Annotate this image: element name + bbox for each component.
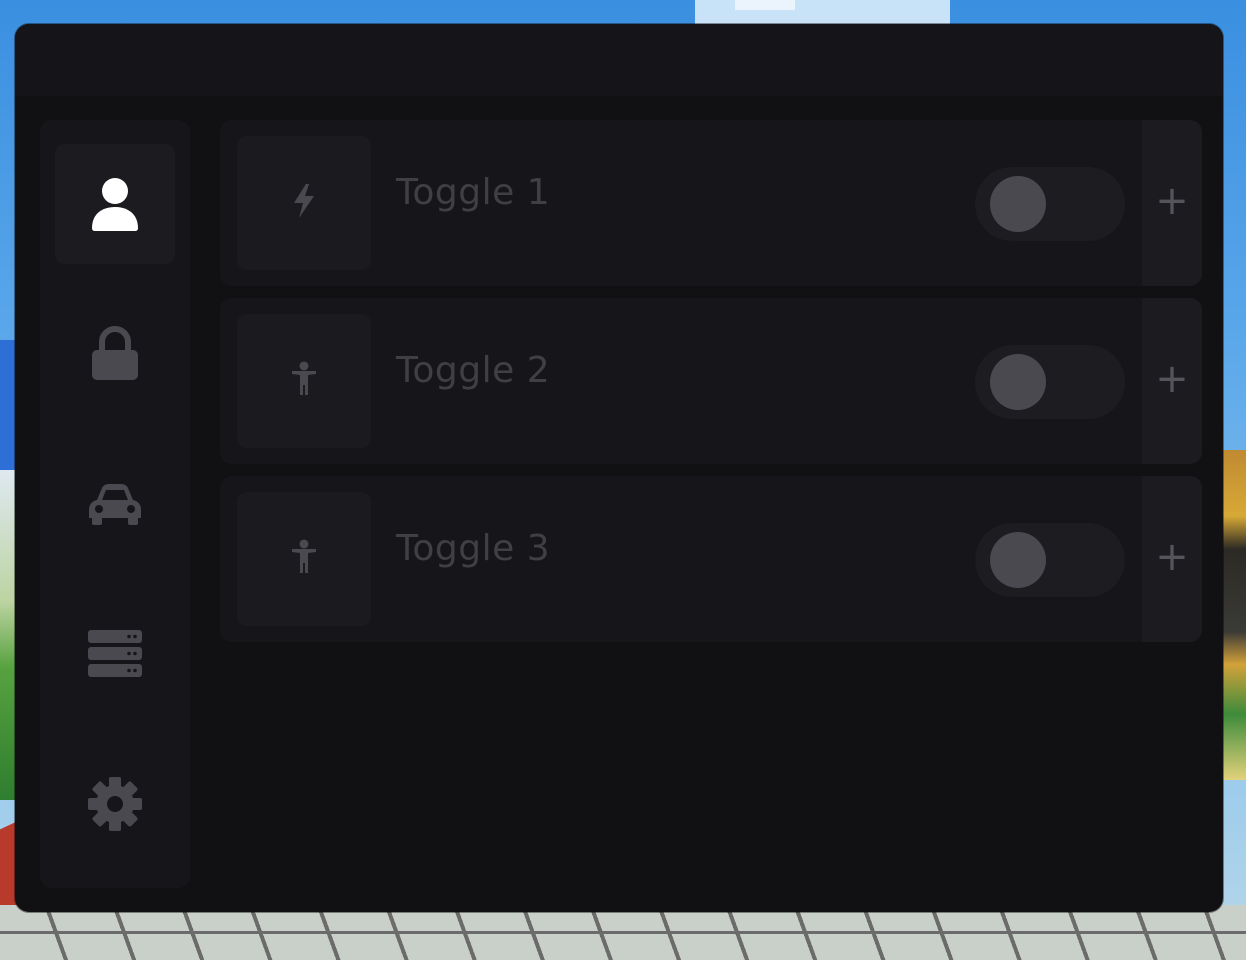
sidebar-item-server[interactable] [55, 594, 175, 714]
user-icon [90, 176, 140, 232]
toggle-row: Toggle 2 + [220, 298, 1202, 464]
cloud-block [735, 0, 795, 10]
add-button[interactable]: + [1142, 120, 1202, 286]
toggle-row: Toggle 1 + [220, 120, 1202, 286]
bolt-icon [291, 183, 317, 223]
sidebar-item-vehicle[interactable] [55, 444, 175, 564]
menu-panel: Toggle 1 + Toggle 2 + Toggle 3 + [15, 24, 1223, 912]
toggle-switch[interactable] [975, 523, 1125, 597]
cloud-block [695, 0, 950, 24]
sidebar-item-player[interactable] [55, 144, 175, 264]
building-left [0, 340, 16, 470]
toggle-row: Toggle 3 + [220, 476, 1202, 642]
car-icon [87, 482, 143, 526]
plus-icon: + [1155, 534, 1189, 580]
ground-tiles [0, 905, 1246, 960]
plus-icon: + [1155, 178, 1189, 224]
building-left-lower [0, 470, 16, 800]
toggle-icon-box [237, 136, 371, 270]
toggle-switch[interactable] [975, 345, 1125, 419]
panel-header [15, 24, 1223, 96]
toggle-label: Toggle 3 [396, 528, 551, 569]
sidebar-item-lock[interactable] [55, 294, 175, 414]
switch-knob [990, 532, 1046, 588]
add-button[interactable]: + [1142, 476, 1202, 642]
building-right [1222, 450, 1246, 780]
sidebar-item-settings[interactable] [55, 744, 175, 864]
plus-icon: + [1155, 356, 1189, 402]
toggle-switch[interactable] [975, 167, 1125, 241]
gear-icon [88, 777, 142, 831]
lock-icon [90, 326, 140, 382]
toggle-icon-box [237, 492, 371, 626]
person-icon [290, 361, 318, 401]
toggle-icon-box [237, 314, 371, 448]
toggle-label: Toggle 1 [396, 172, 551, 213]
add-button[interactable]: + [1142, 298, 1202, 464]
toggle-label: Toggle 2 [396, 350, 551, 391]
person-icon [290, 539, 318, 579]
switch-knob [990, 176, 1046, 232]
sidebar [40, 120, 190, 888]
server-icon [87, 629, 143, 679]
switch-knob [990, 354, 1046, 410]
